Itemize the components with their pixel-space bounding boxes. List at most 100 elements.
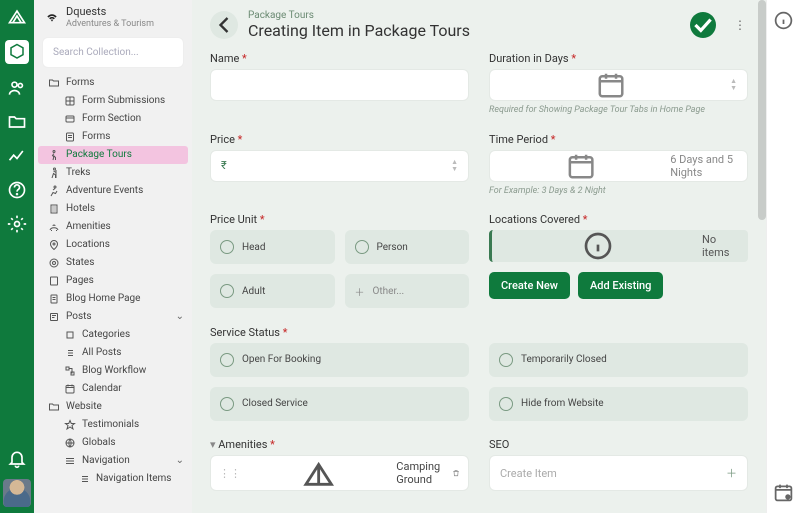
drag-handle-icon[interactable]: ⋮⋮ [219, 467, 241, 480]
folder-icon [48, 401, 60, 413]
logo-icon[interactable] [7, 6, 27, 26]
page-title: Creating Item in Package Tours [248, 21, 680, 40]
nav-rail [0, 0, 34, 513]
tag-icon [64, 329, 76, 341]
status-open[interactable]: Open For Booking [210, 343, 469, 377]
timeperiod-hint: For Example: 3 Days & 2 Night [489, 186, 748, 196]
tent-icon [249, 456, 388, 490]
form-icon [64, 131, 76, 143]
stepper-icon[interactable]: ▲▼ [451, 159, 458, 173]
info-icon[interactable] [773, 10, 794, 31]
target-icon [48, 257, 60, 269]
hiker-icon [48, 167, 60, 179]
sidebar-item-posts[interactable]: Posts ⌄ [34, 308, 192, 326]
plus-icon: ＋ [726, 465, 737, 481]
price-label: Price [210, 133, 469, 146]
pin-icon [48, 239, 60, 251]
duration-label: Duration in Days [489, 52, 748, 65]
priceunit-person[interactable]: Person [345, 230, 470, 264]
walk-icon [48, 149, 60, 161]
sidebar-item-forms[interactable]: Forms [34, 74, 192, 92]
sidebar-item-locations[interactable]: Locations [34, 236, 192, 254]
notifications-icon[interactable] [7, 449, 27, 469]
list-icon [64, 347, 76, 359]
doc-icon [48, 293, 60, 305]
analytics-icon[interactable] [7, 146, 27, 166]
cal-icon [64, 383, 76, 395]
collections-icon[interactable] [5, 40, 29, 64]
sidebar-item-label: Adventure Events [66, 185, 143, 196]
timeperiod-placeholder: 6 Days and 5 Nights [670, 153, 737, 179]
timeperiod-input[interactable]: 6 Days and 5 Nights [489, 150, 748, 182]
sidebar-item-blog-workflow[interactable]: Blog Workflow [34, 362, 192, 380]
chevron-down-icon: ⌄ [176, 311, 184, 322]
sidebar-item-testimonials[interactable]: Testimonials [34, 416, 192, 434]
back-button[interactable] [210, 11, 238, 39]
sidebar-item-navigation[interactable]: Navigation⌄ [34, 452, 192, 470]
sidebar-item-blog-home-page[interactable]: Blog Home Page [34, 290, 192, 308]
stepper-icon[interactable]: ▲▼ [730, 78, 737, 92]
sidebar-item-adventure-events[interactable]: Adventure Events [34, 182, 192, 200]
sidebar: Dquests Adventures & Tourism Search Coll… [34, 0, 192, 513]
chevron-down-icon: ⌄ [176, 455, 184, 466]
status-hide[interactable]: Hide from Website [489, 387, 748, 421]
price-input[interactable]: ₹ ▲▼ [210, 150, 469, 182]
avatar[interactable] [3, 479, 31, 507]
sidebar-item-calendar[interactable]: Calendar [34, 380, 192, 398]
locations-label: Locations Covered [489, 213, 748, 226]
duration-input[interactable]: ▲▼ [489, 69, 748, 101]
calendar-icon [500, 151, 662, 181]
save-button[interactable] [690, 12, 716, 38]
name-input[interactable] [210, 69, 469, 101]
scrollbar-thumb[interactable] [758, 0, 766, 220]
status-closed[interactable]: Closed Service [210, 387, 469, 421]
sidebar-item-treks[interactable]: Treks [34, 164, 192, 182]
amenity-item[interactable]: ⋮⋮ Camping Ground [210, 455, 469, 491]
sidebar-item-form-section[interactable]: Form Section [34, 110, 192, 128]
sidebar-item-amenities[interactable]: Amenities [34, 218, 192, 236]
sidebar-item-website[interactable]: Website [34, 398, 192, 416]
brand[interactable]: Dquests Adventures & Tourism [34, 0, 192, 33]
sidebar-item-pages[interactable]: Pages [34, 272, 192, 290]
sidebar-item-globals[interactable]: Globals [34, 434, 192, 452]
help-icon[interactable] [7, 180, 27, 200]
sidebar-item-label: Form Submissions [82, 95, 165, 106]
settings-icon[interactable] [7, 214, 27, 234]
sidebar-item-package-tours[interactable]: Package Tours [38, 146, 188, 164]
sidebar-item-all-posts[interactable]: All Posts [34, 344, 192, 362]
users-icon[interactable] [7, 78, 27, 98]
sidebar-item-forms[interactable]: Forms [34, 128, 192, 146]
sidebar-item-categories[interactable]: Categories [34, 326, 192, 344]
sidebar-item-label: Treks [66, 167, 90, 178]
event-icon[interactable] [773, 482, 794, 503]
wifi-icon [44, 10, 60, 24]
add-existing-button[interactable]: Add Existing [578, 272, 663, 299]
sidebar-item-label: Forms [82, 131, 110, 142]
sidebar-item-label: Forms [66, 77, 94, 88]
sidebar-item-form-submissions[interactable]: Form Submissions [34, 92, 192, 110]
delete-icon[interactable] [452, 467, 460, 480]
sidebar-item-hotels[interactable]: Hotels [34, 200, 192, 218]
sidebar-item-label: Categories [82, 329, 130, 340]
files-icon[interactable] [7, 112, 27, 132]
priceunit-head[interactable]: Head [210, 230, 335, 264]
create-new-button[interactable]: Create New [489, 272, 570, 299]
sidebar-item-label: Package Tours [66, 149, 132, 160]
sidebar-item-label: Posts [66, 311, 92, 322]
more-menu-icon[interactable]: ⋮ [732, 18, 748, 32]
seo-create-item[interactable]: Create Item ＋ [489, 455, 748, 491]
search-input[interactable]: Search Collection... [42, 37, 184, 68]
main-content: Package Tours Creating Item in Package T… [192, 0, 766, 513]
sidebar-item-navigation-items[interactable]: Navigation Items [34, 470, 192, 488]
sidebar-item-label: Blog Home Page [66, 293, 140, 304]
breadcrumb[interactable]: Package Tours [248, 10, 680, 21]
seo-label: SEO [489, 438, 748, 451]
priceunit-other[interactable]: ＋Other... [345, 274, 470, 308]
calendar-icon [500, 70, 722, 100]
brand-name: Dquests [66, 6, 154, 19]
status-temp-closed[interactable]: Temporarily Closed [489, 343, 748, 377]
sidebar-item-label: Amenities [66, 221, 111, 232]
sidebar-item-states[interactable]: States [34, 254, 192, 272]
priceunit-adult[interactable]: Adult [210, 274, 335, 308]
sidebar-item-label: Locations [66, 239, 110, 250]
